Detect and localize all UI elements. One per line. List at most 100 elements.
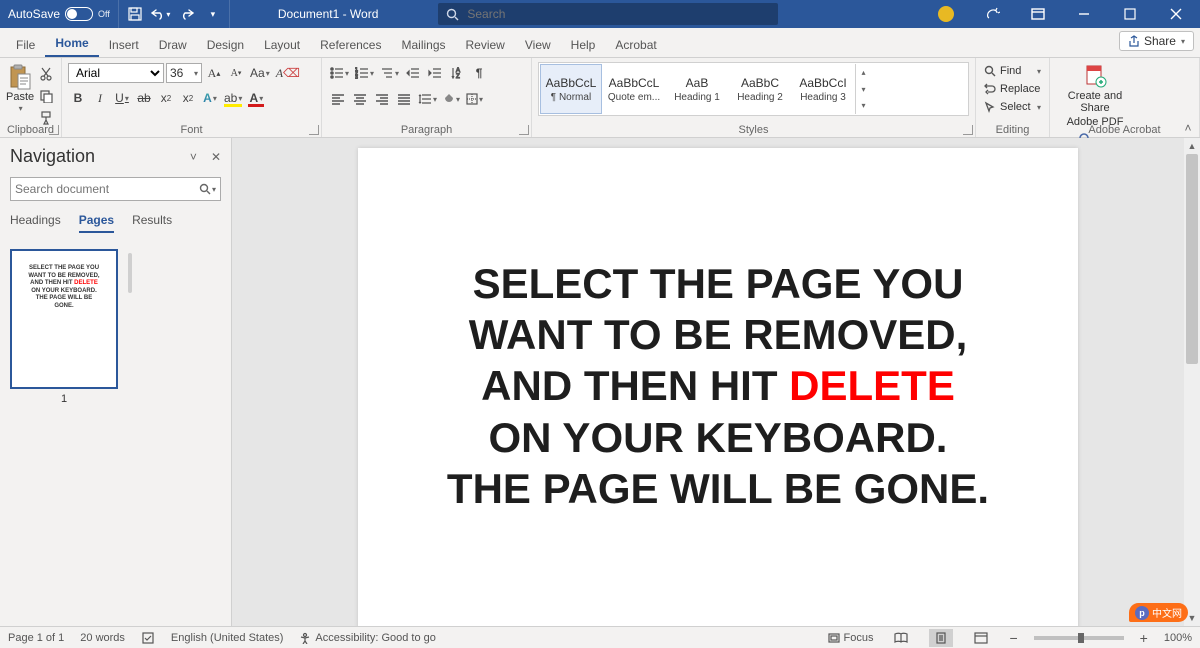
search-input[interactable]: [467, 7, 770, 21]
font-size-select[interactable]: 36▾: [166, 63, 202, 83]
page-thumbnail[interactable]: SELECT THE PAGE YOU WANT TO BE REMOVED, …: [10, 249, 118, 389]
status-page[interactable]: Page 1 of 1: [8, 632, 64, 644]
focus-button[interactable]: Focus: [828, 632, 874, 644]
numbering-button[interactable]: 123▾: [353, 63, 376, 83]
tab-help[interactable]: Help: [561, 32, 606, 57]
tab-file[interactable]: File: [6, 32, 45, 57]
tab-acrobat[interactable]: Acrobat: [605, 32, 666, 57]
minimize-button[interactable]: [1064, 0, 1104, 28]
ribbon-display-icon[interactable]: [1018, 0, 1058, 28]
grow-font-icon[interactable]: A▴: [204, 63, 224, 83]
status-spellcheck-icon[interactable]: [141, 631, 155, 645]
status-accessibility[interactable]: Accessibility: Good to go: [299, 632, 435, 644]
zoom-in-button[interactable]: +: [1140, 630, 1148, 646]
status-words[interactable]: 20 words: [80, 632, 125, 644]
tab-view[interactable]: View: [515, 32, 561, 57]
styles-dialog-launcher[interactable]: [963, 125, 973, 135]
zoom-slider[interactable]: [1034, 636, 1124, 640]
borders-button[interactable]: ▾: [464, 89, 485, 109]
strike-button[interactable]: ab: [134, 88, 154, 108]
tab-home[interactable]: Home: [45, 30, 98, 57]
tab-draw[interactable]: Draw: [149, 32, 197, 57]
align-center-button[interactable]: [350, 89, 370, 109]
scroll-thumb[interactable]: [1186, 154, 1198, 364]
text-effects-button[interactable]: A▾: [200, 88, 220, 108]
collapse-ribbon-icon[interactable]: ˄: [1180, 121, 1196, 135]
shrink-font-icon[interactable]: A▾: [226, 63, 246, 83]
style-heading-2[interactable]: AaBbCHeading 2: [729, 64, 791, 114]
italic-button[interactable]: I: [90, 88, 110, 108]
style-heading-1[interactable]: AaBHeading 1: [666, 64, 728, 114]
nav-menu-icon[interactable]: ˅: [190, 150, 197, 164]
vertical-scrollbar[interactable]: ▲ ▼: [1184, 138, 1200, 626]
paste-button[interactable]: Paste ▾: [6, 62, 34, 128]
status-language[interactable]: English (United States): [171, 632, 284, 644]
font-color-button[interactable]: A▾: [246, 88, 266, 108]
clipboard-dialog-launcher[interactable]: [49, 125, 59, 135]
paragraph-dialog-launcher[interactable]: [519, 125, 529, 135]
style---normal[interactable]: AaBbCcL¶ Normal: [540, 64, 602, 114]
nav-thumb-scrollbar[interactable]: [128, 253, 132, 293]
tab-design[interactable]: Design: [197, 32, 254, 57]
nav-search-box[interactable]: ▾: [10, 177, 221, 201]
shading-button[interactable]: ▾: [441, 89, 462, 109]
nav-close-icon[interactable]: ✕: [211, 150, 221, 164]
dec-indent-button[interactable]: [403, 63, 423, 83]
tab-insert[interactable]: Insert: [99, 32, 149, 57]
style-heading-3[interactable]: AaBbCcIHeading 3: [792, 64, 854, 114]
tab-references[interactable]: References: [310, 32, 391, 57]
select-button[interactable]: Select▾: [982, 98, 1043, 116]
maximize-button[interactable]: [1110, 0, 1150, 28]
nav-search-input[interactable]: [15, 182, 199, 196]
bold-button[interactable]: B: [68, 88, 88, 108]
find-button[interactable]: Find▾: [982, 62, 1043, 80]
print-layout-icon[interactable]: [929, 629, 953, 647]
redo-icon[interactable]: [175, 2, 199, 26]
nav-search-dd[interactable]: ▾: [212, 185, 216, 194]
multilevel-button[interactable]: ▾: [378, 63, 401, 83]
font-name-select[interactable]: Arial: [68, 63, 164, 83]
tab-review[interactable]: Review: [456, 32, 515, 57]
clear-format-icon[interactable]: A⌫: [274, 63, 302, 83]
style-quote-em---[interactable]: AaBbCcLQuote em...: [603, 64, 665, 114]
align-right-button[interactable]: [372, 89, 392, 109]
account-avatar[interactable]: [926, 0, 966, 28]
justify-button[interactable]: [394, 89, 414, 109]
line-spacing-button[interactable]: ▾: [416, 89, 439, 109]
nav-tab-headings[interactable]: Headings: [10, 213, 61, 233]
copy-icon[interactable]: [36, 86, 56, 106]
styles-row-down[interactable]: ▾: [856, 81, 871, 98]
undo-icon[interactable]: ▾: [149, 2, 173, 26]
read-mode-icon[interactable]: [889, 629, 913, 647]
save-icon[interactable]: [123, 2, 147, 26]
zoom-level[interactable]: 100%: [1164, 632, 1192, 644]
styles-row-up[interactable]: ▴: [856, 64, 871, 81]
scroll-up-icon[interactable]: ▲: [1184, 138, 1200, 154]
underline-button[interactable]: U▾: [112, 88, 132, 108]
replace-button[interactable]: Replace: [982, 80, 1043, 98]
font-dialog-launcher[interactable]: [309, 125, 319, 135]
search-box[interactable]: [438, 3, 778, 25]
coming-soon-icon[interactable]: [972, 0, 1012, 28]
qat-customize-icon[interactable]: ▾: [201, 2, 225, 26]
tab-mailings[interactable]: Mailings: [391, 32, 455, 57]
show-marks-button[interactable]: ¶: [469, 63, 489, 83]
highlight-button[interactable]: ab▾: [222, 88, 244, 108]
subscript-button[interactable]: x2: [156, 88, 176, 108]
document-page[interactable]: SELECT THE PAGE YOU WANT TO BE REMOVED, …: [358, 148, 1078, 626]
create-pdf-button[interactable]: Create and ShareAdobe PDF: [1056, 62, 1134, 128]
nav-tab-pages[interactable]: Pages: [79, 213, 114, 233]
change-case-icon[interactable]: Aa▾: [248, 63, 272, 83]
tab-layout[interactable]: Layout: [254, 32, 310, 57]
bullets-button[interactable]: ▾: [328, 63, 351, 83]
inc-indent-button[interactable]: [425, 63, 445, 83]
close-button[interactable]: [1156, 0, 1196, 28]
zoom-out-button[interactable]: −: [1009, 630, 1017, 646]
superscript-button[interactable]: x2: [178, 88, 198, 108]
share-button[interactable]: Share ▾: [1119, 31, 1194, 51]
web-layout-icon[interactable]: [969, 629, 993, 647]
autosave-toggle[interactable]: [65, 7, 93, 21]
cut-icon[interactable]: [36, 64, 56, 84]
styles-expand[interactable]: ▾: [856, 97, 871, 114]
nav-tab-results[interactable]: Results: [132, 213, 172, 233]
